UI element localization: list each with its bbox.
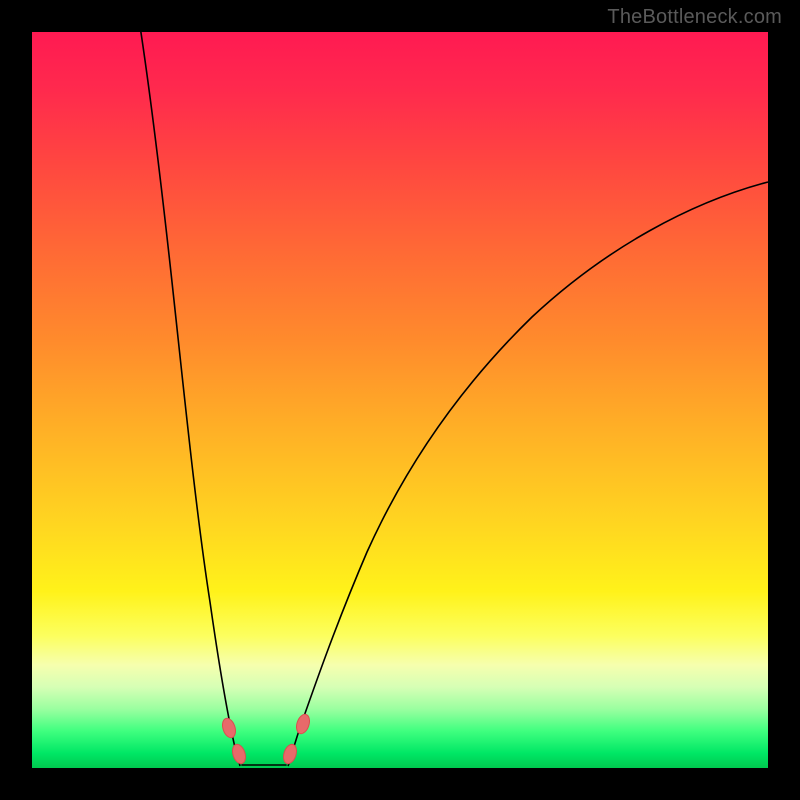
right-curve — [288, 182, 768, 766]
attribution-text: TheBottleneck.com — [607, 6, 782, 29]
chart-container: TheBottleneck.com — [0, 0, 800, 800]
marker-dot — [281, 743, 299, 766]
marker-dot — [220, 717, 238, 740]
marker-dot — [230, 743, 248, 766]
curve-overlay — [32, 32, 768, 768]
left-curve — [140, 26, 240, 766]
marker-dot — [294, 713, 312, 736]
